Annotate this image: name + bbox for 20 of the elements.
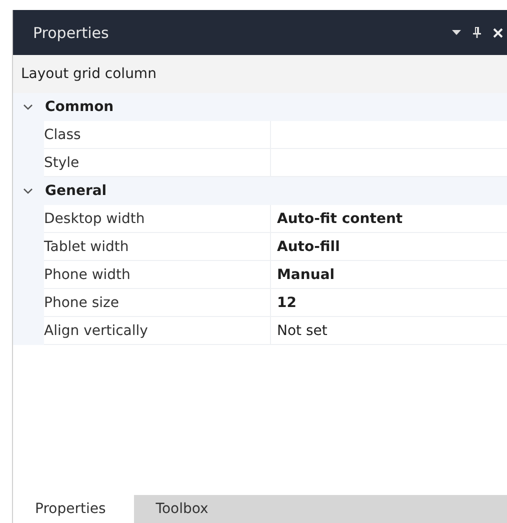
property-name: Align vertically: [44, 317, 271, 345]
property-value[interactable]: Manual: [271, 261, 507, 289]
property-name: Phone width: [44, 261, 271, 289]
pin-icon[interactable]: [473, 27, 481, 38]
object-name: Layout grid column: [21, 66, 156, 82]
property-name: Class: [44, 121, 271, 149]
property-name: Style: [44, 149, 271, 177]
property-name: Desktop width: [44, 205, 271, 233]
property-value[interactable]: Auto-fit content: [271, 205, 507, 233]
property-name: Phone size: [44, 289, 271, 317]
close-icon[interactable]: [493, 28, 503, 38]
property-value[interactable]: 12: [271, 289, 507, 317]
dropdown-icon[interactable]: [452, 30, 461, 35]
property-name: Tablet width: [44, 233, 271, 261]
property-value[interactable]: Not set: [271, 317, 507, 345]
group-header[interactable]: Common: [45, 99, 114, 115]
group-header[interactable]: General: [45, 183, 107, 199]
panel-title: Properties: [33, 24, 110, 42]
tab[interactable]: Properties: [13, 495, 134, 523]
property-value[interactable]: Auto-fill: [271, 233, 507, 261]
